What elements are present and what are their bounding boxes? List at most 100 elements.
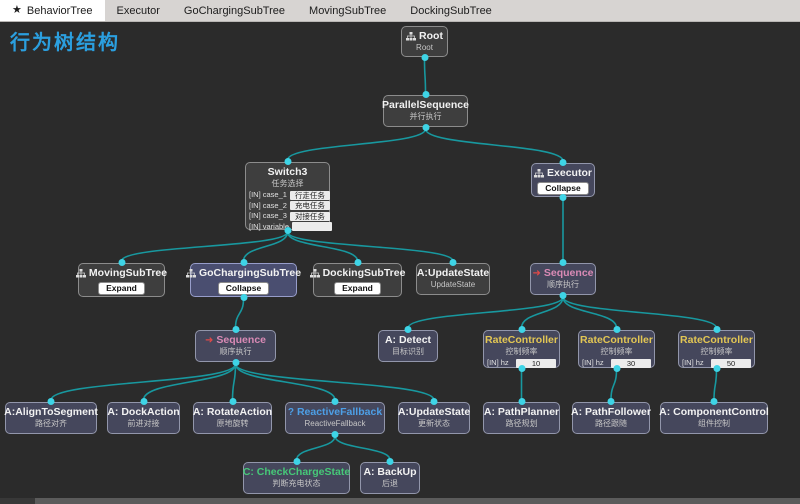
node-path-planner[interactable]: A: PathPlanner路径规划 <box>483 402 560 434</box>
node-gocharging-subtree[interactable]: GoChargingSubTreeCollapse <box>190 263 297 297</box>
node-subtitle: 后退 <box>361 479 419 489</box>
node-title: A:UpdateState <box>398 406 470 419</box>
port-row-label: [IN] hz <box>487 358 509 369</box>
node-backup[interactable]: A: BackUp后退 <box>360 462 420 494</box>
input-port[interactable] <box>422 91 429 98</box>
node-rate-controller-3[interactable]: RateController控制频率[IN] hz50 <box>678 330 755 368</box>
input-port[interactable] <box>240 259 247 266</box>
node-dock-action[interactable]: A: DockAction前进对接 <box>107 402 180 434</box>
output-port[interactable] <box>518 365 525 372</box>
input-port[interactable] <box>140 398 147 405</box>
node-title: C: CheckChargeState <box>243 466 350 479</box>
input-port[interactable] <box>518 398 525 405</box>
expand-button[interactable]: Expand <box>98 282 145 295</box>
node-docking-subtree[interactable]: DockingSubTreeExpand <box>313 263 402 297</box>
port-row-value[interactable]: 行走任务 <box>290 191 330 200</box>
node-title: A: ComponentControl <box>659 406 769 419</box>
output-port[interactable] <box>421 54 428 61</box>
input-port[interactable] <box>450 259 457 266</box>
node-title: Executor <box>547 167 592 180</box>
input-port[interactable] <box>118 259 125 266</box>
input-port[interactable] <box>232 326 239 333</box>
node-detect[interactable]: A: Detect目标识别 <box>378 330 438 362</box>
horizontal-scrollbar[interactable] <box>0 498 800 504</box>
input-port[interactable] <box>560 259 567 266</box>
node-subtitle: 更新状态 <box>399 419 469 429</box>
output-port[interactable] <box>332 431 339 438</box>
tab-label: Executor <box>117 5 160 17</box>
output-port[interactable] <box>422 124 429 131</box>
node-subtitle: 控制频率 <box>679 347 754 357</box>
output-port[interactable] <box>560 194 567 201</box>
output-port[interactable] <box>232 359 239 366</box>
node-moving-subtree[interactable]: MovingSubTreeExpand <box>78 263 165 297</box>
output-port[interactable] <box>284 227 291 234</box>
node-title: A: BackUp <box>363 466 416 479</box>
input-port[interactable] <box>713 326 720 333</box>
node-title: ReactiveFallback <box>297 406 382 419</box>
node-title: DockingSubTree <box>323 267 406 280</box>
input-port[interactable] <box>518 326 525 333</box>
port-row-value[interactable]: 充电任务 <box>290 201 330 210</box>
tab-gochargingsubtree[interactable]: GoChargingSubTree <box>172 0 297 21</box>
tab-executor[interactable]: Executor <box>105 0 172 21</box>
node-title: RateController <box>680 334 753 347</box>
input-port[interactable] <box>284 158 291 165</box>
port-row-value[interactable] <box>292 222 332 231</box>
output-port[interactable] <box>613 365 620 372</box>
input-port[interactable] <box>48 398 55 405</box>
input-port[interactable] <box>560 159 567 166</box>
horizontal-scrollbar-thumb[interactable] <box>35 498 800 504</box>
input-port[interactable] <box>613 326 620 333</box>
node-update-state-2[interactable]: A:UpdateState更新状态 <box>398 402 470 434</box>
node-subtitle: 组件控制 <box>661 419 767 429</box>
node-switch3[interactable]: Switch3任务选择[IN] case_1行走任务[IN] case_2充电任… <box>245 162 330 230</box>
tab-label: BehaviorTree <box>27 5 93 17</box>
node-path-follower[interactable]: A: PathFollower路径跟随 <box>572 402 650 434</box>
input-port[interactable] <box>332 398 339 405</box>
output-port[interactable] <box>240 294 247 301</box>
node-title: GoChargingSubTree <box>199 267 301 280</box>
node-rate-controller-2[interactable]: RateController控制频率[IN] hz30 <box>578 330 655 368</box>
port-row-value[interactable]: 对接任务 <box>290 212 330 221</box>
tab-dockingsubtree[interactable]: DockingSubTree <box>398 0 504 21</box>
port-row-label: [IN] case_3 <box>249 211 287 222</box>
expand-button[interactable]: Expand <box>334 282 381 295</box>
arrow-icon: ➜ <box>533 269 541 279</box>
behavior-tree-canvas[interactable]: 行为树结构 RootRootParallelSequence并行执行Switch… <box>0 22 800 504</box>
node-update-state-1[interactable]: A:UpdateStateUpdateState <box>416 263 490 295</box>
input-port[interactable] <box>354 259 361 266</box>
input-port[interactable] <box>431 398 438 405</box>
node-executor[interactable]: ExecutorCollapse <box>531 163 595 197</box>
node-check-charge-state[interactable]: C: CheckChargeState判断充电状态 <box>243 462 350 494</box>
node-subtitle: Root <box>402 43 447 53</box>
input-port[interactable] <box>387 458 394 465</box>
sitemap-icon <box>76 269 86 278</box>
port-row-label: [IN] hz <box>582 358 604 369</box>
node-sequence-mid[interactable]: ➜Sequence顺序执行 <box>195 330 276 362</box>
node-align-to-segment[interactable]: A:AlignToSegment路径对齐 <box>5 402 97 434</box>
node-title: Switch3 <box>268 166 308 179</box>
port-row-label: [IN] case_2 <box>249 201 287 212</box>
input-port[interactable] <box>608 398 615 405</box>
node-parallel-sequence[interactable]: ParallelSequence并行执行 <box>383 95 468 127</box>
node-rotate-action[interactable]: A: RotateAction原地旋转 <box>193 402 272 434</box>
output-port[interactable] <box>713 365 720 372</box>
tab-label: MovingSubTree <box>309 5 386 17</box>
question-icon: ? <box>288 408 294 418</box>
output-port[interactable] <box>560 292 567 299</box>
tab-movingsubtree[interactable]: MovingSubTree <box>297 0 398 21</box>
node-component-control[interactable]: A: ComponentControl组件控制 <box>660 402 768 434</box>
input-port[interactable] <box>711 398 718 405</box>
node-sequence-right[interactable]: ➜Sequence顺序执行 <box>530 263 596 295</box>
input-port[interactable] <box>405 326 412 333</box>
star-icon: ★ <box>12 5 22 16</box>
node-rate-controller-1[interactable]: RateController控制频率[IN] hz10 <box>483 330 560 368</box>
input-port[interactable] <box>293 458 300 465</box>
node-title: A: PathFollower <box>571 406 651 419</box>
input-port[interactable] <box>229 398 236 405</box>
node-reactive-fallback[interactable]: ?ReactiveFallbackReactiveFallback <box>285 402 385 434</box>
node-subtitle: UpdateState <box>417 280 489 290</box>
node-root[interactable]: RootRoot <box>401 26 448 57</box>
tab-behaviortree[interactable]: ★ BehaviorTree <box>0 0 105 21</box>
